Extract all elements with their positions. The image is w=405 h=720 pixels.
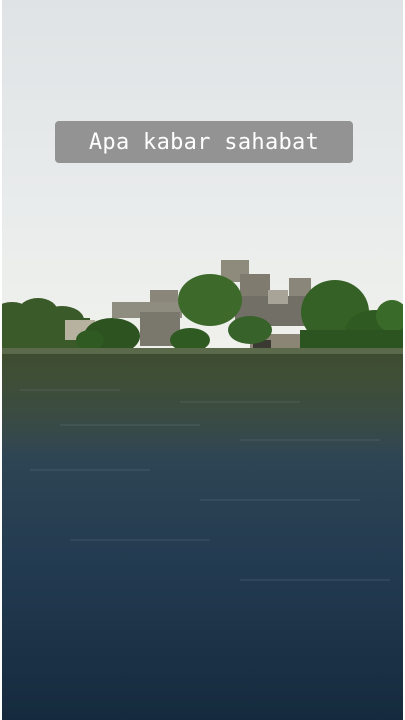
caption-box: Apa kabar sahabat bbox=[55, 121, 353, 163]
tree-reflection bbox=[0, 354, 405, 454]
photo-frame: Apa kabar sahabat bbox=[0, 0, 405, 720]
lake-landscape-photo bbox=[0, 0, 405, 720]
caption-text: Apa kabar sahabat bbox=[88, 129, 320, 155]
shoreline bbox=[0, 348, 405, 354]
left-border bbox=[0, 0, 2, 720]
